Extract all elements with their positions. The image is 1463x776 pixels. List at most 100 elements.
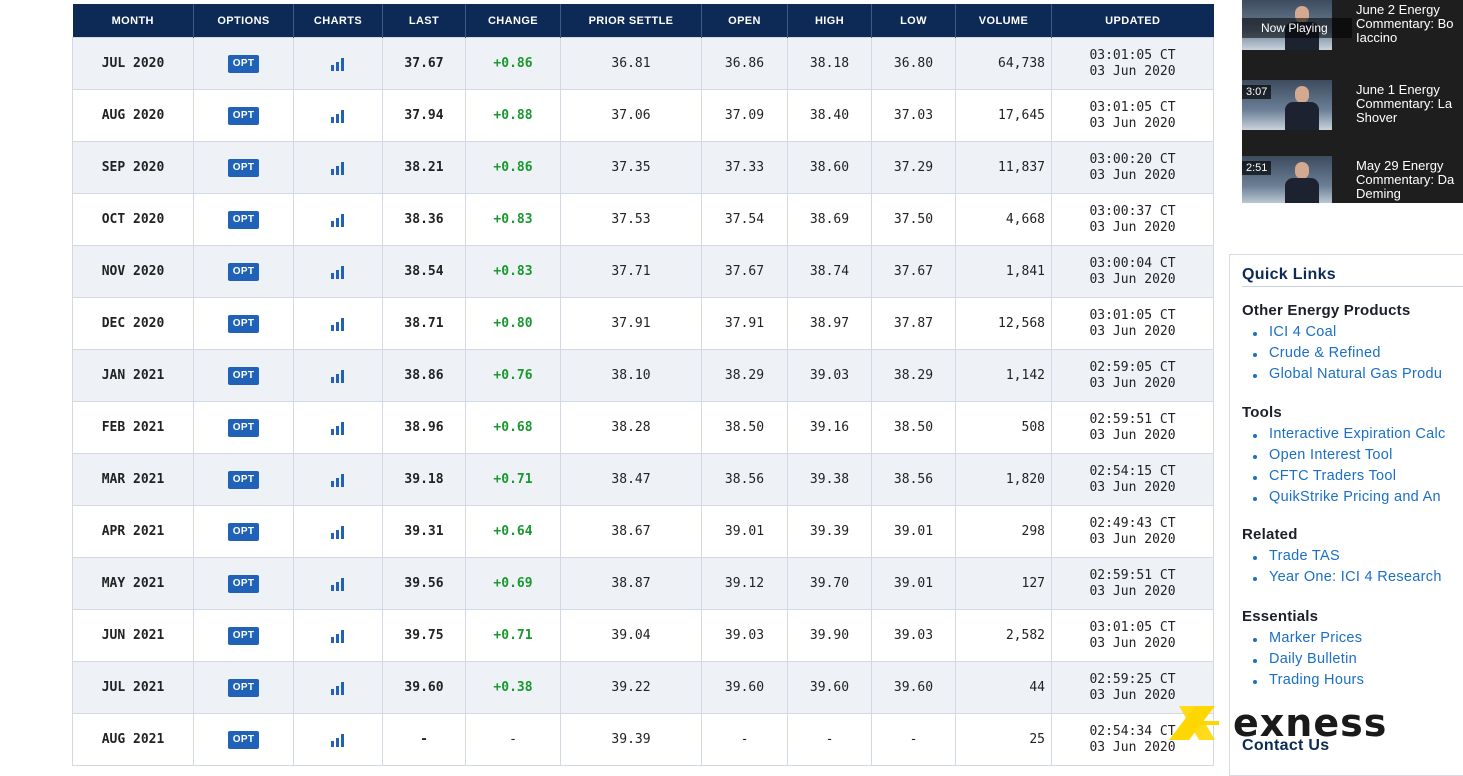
bar-chart-icon[interactable] xyxy=(330,577,346,591)
header-low[interactable]: LOW xyxy=(871,4,956,38)
charts-cell xyxy=(293,297,383,350)
bar-chart-icon[interactable] xyxy=(330,161,346,175)
link-year-one-research[interactable]: Year One: ICI 4 Research xyxy=(1242,569,1442,590)
link-daily-bulletin[interactable]: Daily Bulletin xyxy=(1242,651,1364,672)
header-volume[interactable]: VOLUME xyxy=(955,4,1052,38)
bar-chart-icon[interactable] xyxy=(330,733,346,747)
opt-button[interactable]: OPT xyxy=(227,626,260,645)
last-cell: 37.67 xyxy=(382,37,466,90)
table-row: MAY 2021 OPT 39.56 +0.69 38.87 39.12 39.70 39.0… xyxy=(72,557,1214,610)
opt-button[interactable]: OPT xyxy=(227,730,260,749)
opt-button[interactable]: OPT xyxy=(227,678,260,697)
low-cell: 39.60 xyxy=(871,661,956,714)
link-interactive-expiration[interactable]: Interactive Expiration Calc xyxy=(1242,426,1446,447)
bar-chart-icon[interactable] xyxy=(330,681,346,695)
video-item[interactable]: 3:07 June 1 Energy Commentary: La Shover xyxy=(1242,80,1463,132)
bar-chart-icon[interactable] xyxy=(330,629,346,643)
link-ici-4-coal[interactable]: ICI 4 Coal xyxy=(1242,324,1442,345)
open-cell: 38.50 xyxy=(701,401,788,454)
prior-settle-cell: 36.81 xyxy=(560,37,702,90)
header-prior-settle[interactable]: PRIOR SETTLE xyxy=(560,4,702,38)
opt-button[interactable]: OPT xyxy=(227,314,260,333)
header-last[interactable]: LAST xyxy=(382,4,466,38)
updated-time: 02:49:43 CT xyxy=(1089,515,1176,531)
opt-button[interactable]: OPT xyxy=(227,418,260,437)
opt-button[interactable]: OPT xyxy=(227,470,260,489)
opt-button[interactable]: OPT xyxy=(227,106,260,125)
bar-chart-icon[interactable] xyxy=(330,473,346,487)
bar-chart-icon[interactable] xyxy=(330,265,346,279)
last-cell: 38.36 xyxy=(382,193,466,246)
header-options[interactable]: OPTIONS xyxy=(193,4,294,38)
video-thumbnail[interactable]: 2:51 xyxy=(1242,156,1332,203)
bar-chart-icon[interactable] xyxy=(330,369,346,383)
open-cell: 39.03 xyxy=(701,609,788,662)
link-global-natural-gas[interactable]: Global Natural Gas Produ xyxy=(1242,366,1442,387)
updated-time: 03:01:05 CT xyxy=(1089,307,1176,323)
change-cell: +0.68 xyxy=(465,401,561,454)
link-trade-tas[interactable]: Trade TAS xyxy=(1242,548,1442,569)
updated-time: 03:01:05 CT xyxy=(1089,47,1176,63)
table-row: JUN 2021 OPT 39.75 +0.71 39.04 39.03 39.90 39.0… xyxy=(72,609,1214,662)
header-month[interactable]: MONTH xyxy=(72,4,194,38)
opt-button[interactable]: OPT xyxy=(227,522,260,541)
opt-button[interactable]: OPT xyxy=(227,210,260,229)
bar-chart-icon[interactable] xyxy=(330,421,346,435)
prior-settle-cell: 38.87 xyxy=(560,557,702,610)
video-title[interactable]: May 29 Energy Commentary: Da Deming xyxy=(1356,159,1463,201)
video-playlist: Now Playing June 2 Energy Commentary: Bo… xyxy=(1242,0,1463,203)
link-open-interest-tool[interactable]: Open Interest Tool xyxy=(1242,447,1446,468)
header-charts[interactable]: CHARTS xyxy=(293,4,383,38)
link-trading-hours[interactable]: Trading Hours xyxy=(1242,672,1364,693)
month-cell: AUG 2020 xyxy=(72,89,194,142)
low-cell: 37.03 xyxy=(871,89,956,142)
table-row: MAR 2021 OPT 39.18 +0.71 38.47 38.56 39.38 38.5… xyxy=(72,453,1214,506)
bar-chart-icon[interactable] xyxy=(330,525,346,539)
updated-cell: 03:00:20 CT 03 Jun 2020 xyxy=(1051,141,1214,194)
bar-chart-icon[interactable] xyxy=(330,317,346,331)
link-crude-refined[interactable]: Crude & Refined xyxy=(1242,345,1442,366)
opt-button[interactable]: OPT xyxy=(227,54,260,73)
month-cell: MAY 2021 xyxy=(72,557,194,610)
updated-cell: 03:01:05 CT 03 Jun 2020 xyxy=(1051,37,1214,90)
options-cell: OPT xyxy=(193,349,294,402)
opt-button[interactable]: OPT xyxy=(227,574,260,593)
section-heading: Essentials xyxy=(1242,608,1319,625)
high-cell: 39.03 xyxy=(787,349,872,402)
header-high[interactable]: HIGH xyxy=(787,4,872,38)
video-item[interactable]: 2:51 May 29 Energy Commentary: Da Deming xyxy=(1242,156,1463,203)
video-item-now-playing[interactable]: Now Playing June 2 Energy Commentary: Bo… xyxy=(1242,0,1463,52)
prior-settle-cell: 37.71 xyxy=(560,245,702,298)
options-cell: OPT xyxy=(193,89,294,142)
opt-button[interactable]: OPT xyxy=(227,262,260,281)
high-cell: 38.60 xyxy=(787,141,872,194)
bar-chart-icon[interactable] xyxy=(330,57,346,71)
video-title[interactable]: June 2 Energy Commentary: Bo Iaccino xyxy=(1356,3,1463,45)
section-heading: Other Energy Products xyxy=(1242,302,1411,319)
updated-time: 03:00:04 CT xyxy=(1089,255,1176,271)
video-thumbnail[interactable]: 3:07 xyxy=(1242,80,1332,130)
header-open[interactable]: OPEN xyxy=(701,4,788,38)
updated-date: 03 Jun 2020 xyxy=(1089,479,1176,495)
divider xyxy=(1242,286,1463,287)
table-row: NOV 2020 OPT 38.54 +0.83 37.71 37.67 38.74 37.6… xyxy=(72,245,1214,298)
opt-button[interactable]: OPT xyxy=(227,366,260,385)
video-title[interactable]: June 1 Energy Commentary: La Shover xyxy=(1356,83,1463,125)
now-playing-label: Now Playing xyxy=(1242,18,1352,38)
header-change[interactable]: CHANGE xyxy=(465,4,561,38)
charts-cell xyxy=(293,557,383,610)
link-quikstrike[interactable]: QuikStrike Pricing and An xyxy=(1242,489,1446,510)
month-cell: JAN 2021 xyxy=(72,349,194,402)
opt-button[interactable]: OPT xyxy=(227,158,260,177)
last-cell: 39.18 xyxy=(382,453,466,506)
bar-chart-icon[interactable] xyxy=(330,109,346,123)
change-cell: +0.69 xyxy=(465,557,561,610)
bar-chart-icon[interactable] xyxy=(330,213,346,227)
high-cell: 38.40 xyxy=(787,89,872,142)
link-marker-prices[interactable]: Marker Prices xyxy=(1242,630,1364,651)
header-updated[interactable]: UPDATED xyxy=(1051,4,1214,38)
updated-date: 03 Jun 2020 xyxy=(1089,583,1176,599)
link-cftc-traders-tool[interactable]: CFTC Traders Tool xyxy=(1242,468,1446,489)
month-cell: DEC 2020 xyxy=(72,297,194,350)
high-cell: 39.38 xyxy=(787,453,872,506)
